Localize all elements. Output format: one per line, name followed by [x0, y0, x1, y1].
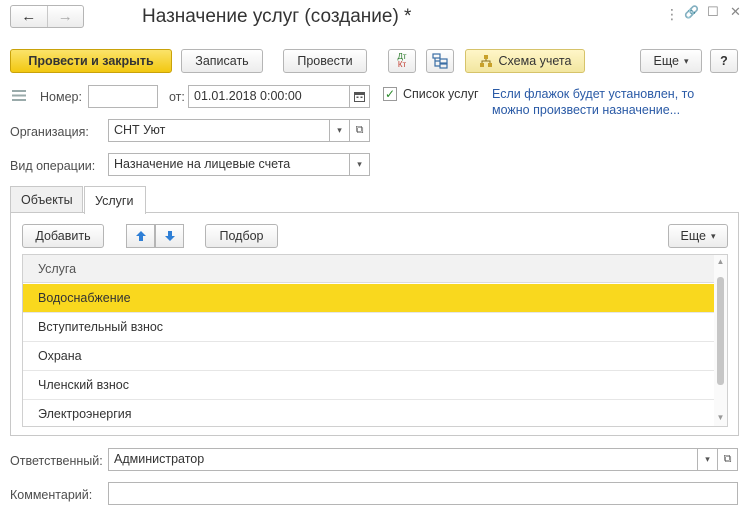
scroll-up-icon[interactable]: ▲: [714, 257, 727, 266]
number-label: Номер:: [40, 90, 82, 104]
table-row[interactable]: Электроэнергия: [23, 400, 715, 426]
scroll-down-icon[interactable]: ▼: [714, 413, 727, 422]
structure-icon: [432, 53, 448, 69]
move-down-button[interactable]: [155, 224, 184, 248]
post-and-close-button[interactable]: Провести и закрыть: [10, 49, 172, 73]
chevron-down-icon: ▾: [337, 125, 342, 135]
table-scrollbar[interactable]: ▲ ▼: [714, 255, 727, 426]
organization-field[interactable]: СНТ Уют: [108, 119, 330, 142]
move-up-button[interactable]: [126, 224, 155, 248]
services-list-label: Список услуг: [403, 87, 479, 101]
help-button[interactable]: ?: [710, 49, 738, 73]
comment-field[interactable]: [108, 482, 738, 505]
services-list-checkbox[interactable]: ✓: [383, 87, 397, 101]
table-row[interactable]: Вступительный взнос: [23, 313, 715, 342]
scrollbar-thumb[interactable]: [717, 277, 724, 385]
pick-button[interactable]: Подбор: [205, 224, 278, 248]
services-list-hint: Если флажок будет установлен, то можно п…: [492, 87, 695, 117]
dt-kt-button[interactable]: Дт Кт: [388, 49, 416, 73]
arrow-up-icon: [135, 231, 146, 241]
list-icon: [12, 90, 26, 101]
organization-label: Организация:: [10, 125, 89, 139]
date-field[interactable]: 01.01.2018 0:00:00: [188, 85, 350, 108]
back-icon[interactable]: ←: [11, 6, 48, 27]
calendar-button[interactable]: [349, 85, 370, 108]
post-button[interactable]: Провести: [283, 49, 367, 73]
operation-type-field[interactable]: Назначение на лицевые счета: [108, 153, 350, 176]
table-more-label: Еще: [680, 229, 706, 243]
forward-icon[interactable]: →: [48, 6, 84, 27]
arrow-down-icon: [164, 231, 175, 241]
responsible-open[interactable]: ⧉: [717, 448, 738, 471]
open-icon: ⧉: [723, 453, 732, 465]
chevron-down-icon: ▾: [705, 454, 710, 464]
operation-type-label: Вид операции:: [10, 159, 96, 173]
add-button[interactable]: Добавить: [22, 224, 104, 248]
organization-open[interactable]: ⧉: [349, 119, 370, 142]
number-field[interactable]: [88, 85, 158, 108]
dt-kt-icon: Дт Кт: [397, 53, 406, 69]
operation-type-dropdown[interactable]: ▾: [349, 153, 370, 176]
calendar-icon: [354, 92, 365, 102]
structure-button[interactable]: [426, 49, 454, 73]
schema-icon: [479, 55, 492, 67]
schema-label: Схема учета: [498, 54, 572, 68]
responsible-field[interactable]: Администратор: [108, 448, 698, 471]
accounting-schema-button[interactable]: Схема учета: [465, 49, 585, 73]
table-row[interactable]: Водоснабжение: [23, 284, 715, 313]
chevron-down-icon: ▾: [683, 55, 689, 66]
table-row[interactable]: Членский взнос: [23, 371, 715, 400]
kt-label: Кт: [397, 60, 407, 69]
navigation-buttons: ← →: [10, 5, 84, 28]
open-icon: ⧉: [355, 124, 364, 136]
maximize-icon[interactable]: ☐: [707, 4, 719, 20]
link-icon[interactable]: 🔗: [684, 5, 699, 19]
services-table: Услуга Водоснабжение Вступительный взнос…: [22, 254, 728, 427]
table-row[interactable]: Охрана: [23, 342, 715, 371]
menu-icon[interactable]: ⋮: [665, 6, 679, 23]
column-header-service[interactable]: Услуга: [23, 255, 715, 283]
tab-services[interactable]: Услуги: [84, 186, 146, 214]
chevron-down-icon: ▾: [710, 230, 716, 241]
chevron-down-icon: ▾: [357, 159, 362, 169]
more-button[interactable]: Еще ▾: [640, 49, 702, 73]
responsible-dropdown[interactable]: ▾: [697, 448, 718, 471]
organization-dropdown[interactable]: ▾: [329, 119, 350, 142]
tab-objects[interactable]: Объекты: [10, 186, 83, 213]
save-button[interactable]: Записать: [181, 49, 263, 73]
table-more-button[interactable]: Еще ▾: [668, 224, 728, 248]
responsible-label: Ответственный:: [10, 454, 103, 468]
comment-label: Комментарий:: [10, 488, 93, 502]
window-title: Назначение услуг (создание) *: [142, 6, 412, 27]
more-label: Еще: [653, 54, 679, 68]
date-label: от:: [169, 90, 185, 104]
close-icon[interactable]: ✕: [730, 4, 741, 20]
